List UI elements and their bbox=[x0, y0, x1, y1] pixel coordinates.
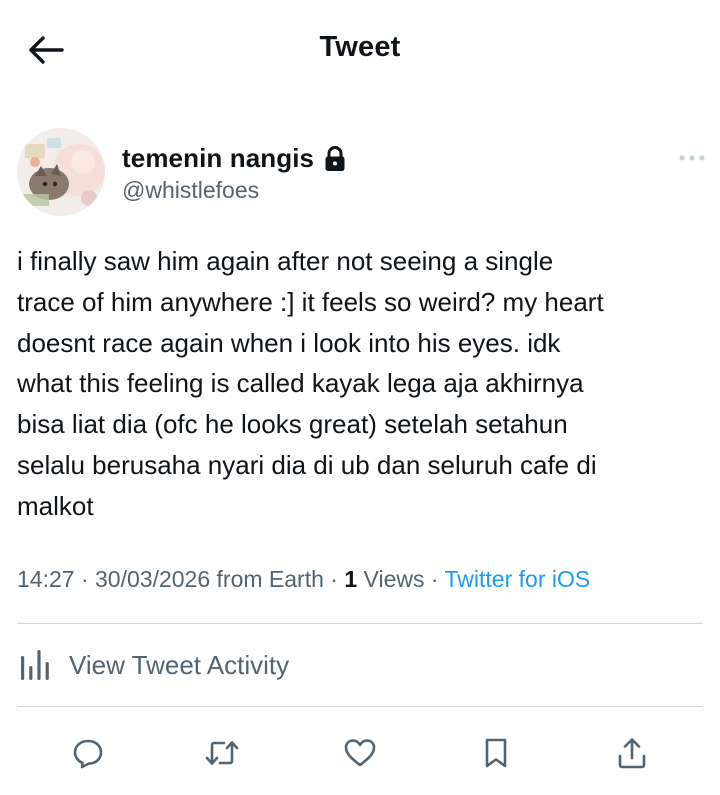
more-horizontal-icon bbox=[679, 155, 705, 161]
bookmark-icon bbox=[485, 738, 507, 768]
tweet-source-link[interactable]: Twitter for iOS bbox=[445, 566, 591, 592]
more-options-button[interactable] bbox=[676, 148, 708, 168]
views-label: Views bbox=[363, 566, 425, 592]
reply-icon bbox=[73, 739, 103, 769]
author-handle[interactable]: @whistlefoes bbox=[122, 177, 259, 204]
header: Tweet bbox=[0, 0, 720, 100]
view-tweet-activity-button[interactable]: View Tweet Activity bbox=[17, 624, 703, 706]
tweet-location: from Earth bbox=[216, 566, 324, 592]
view-tweet-activity-label: View Tweet Activity bbox=[69, 649, 290, 680]
share-icon bbox=[618, 738, 646, 769]
bookmark-button[interactable] bbox=[473, 730, 519, 776]
meta-separator: · bbox=[424, 566, 445, 592]
lock-icon bbox=[324, 145, 346, 172]
tweet-actions-bar bbox=[0, 730, 720, 776]
avatar[interactable] bbox=[17, 128, 105, 216]
author-name-row[interactable]: temenin nangis bbox=[122, 143, 346, 174]
meta-separator: · bbox=[323, 566, 345, 592]
like-button[interactable] bbox=[337, 730, 383, 776]
heart-icon bbox=[344, 739, 376, 767]
display-name: temenin nangis bbox=[122, 143, 315, 173]
share-button[interactable] bbox=[609, 730, 655, 776]
views-count: 1 bbox=[344, 566, 358, 592]
page-title: Tweet bbox=[319, 31, 401, 63]
meta-separator: · bbox=[74, 566, 96, 592]
reply-button[interactable] bbox=[65, 730, 111, 776]
divider bbox=[17, 706, 703, 707]
tweet-text: i finally saw him again after not seeing… bbox=[17, 246, 604, 521]
bar-chart-icon bbox=[21, 650, 49, 680]
tweet-metadata: 14:27 · 30/03/2026 from Earth · 1 Views … bbox=[17, 566, 590, 593]
retweet-button[interactable] bbox=[199, 730, 245, 776]
retweet-icon bbox=[205, 741, 239, 765]
tweet-date[interactable]: 30/03/2026 bbox=[95, 566, 210, 592]
tweet-time[interactable]: 14:27 bbox=[17, 566, 75, 592]
